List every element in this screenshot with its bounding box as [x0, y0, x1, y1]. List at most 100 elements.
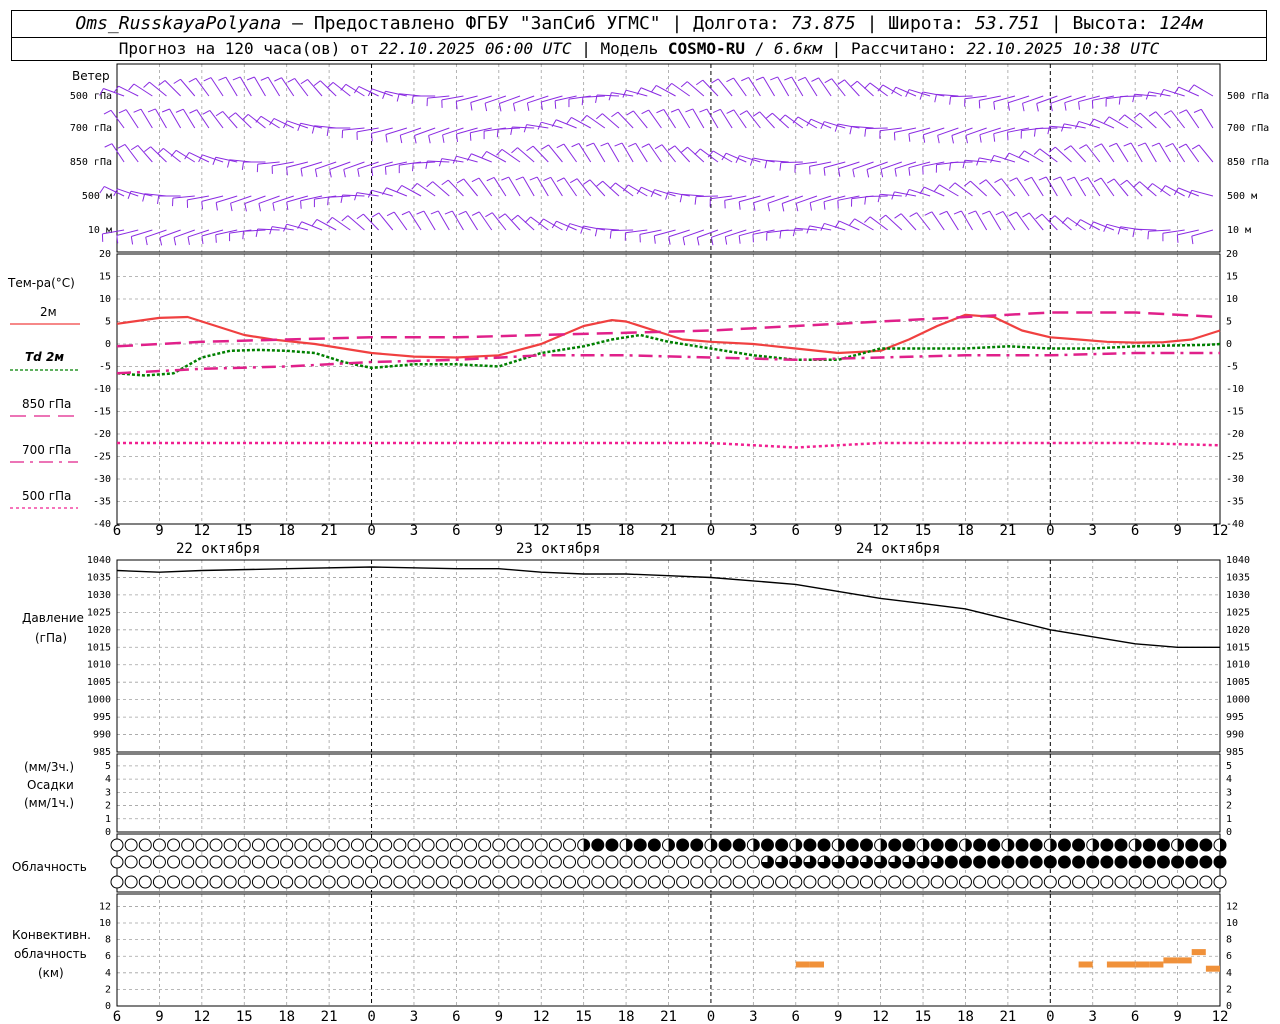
cloud-circle	[152, 855, 166, 869]
wind-barb-flag	[1148, 111, 1156, 117]
hour-label: 21	[999, 1009, 1016, 1024]
hour-label: 12	[872, 1009, 889, 1024]
wind-barb-flag	[596, 180, 604, 187]
hour-label: 3	[1089, 1009, 1097, 1024]
wind-barb	[939, 184, 959, 197]
ytick-label-left: -35	[93, 497, 111, 508]
cloud-circle	[1043, 875, 1057, 889]
wind-barb-flag	[130, 144, 139, 151]
wind-barb	[885, 214, 903, 231]
ytick-label-right: -30	[1226, 474, 1244, 485]
wind-level-label-right: 700 гПа	[1227, 123, 1269, 134]
cloud-circle	[110, 855, 124, 869]
wind-barb-flag	[215, 234, 217, 243]
ytick-label-right: 995	[1226, 712, 1244, 723]
wind-barb-flag	[203, 77, 212, 82]
wind-barb-flag	[979, 179, 987, 185]
wind-level-label-left: 10 м	[88, 225, 112, 236]
wind-barb-flag	[313, 80, 321, 87]
wind-barb	[215, 156, 238, 163]
wind-barb	[780, 229, 803, 232]
ytick-label-left: -30	[93, 474, 111, 485]
wind-barb-flag	[314, 169, 318, 178]
wind-barb-flag	[934, 94, 937, 103]
wind-barb-flag	[485, 212, 493, 218]
cloud-fill	[860, 839, 873, 851]
wind-barb	[1035, 127, 1058, 130]
ytick-label-left: 5	[105, 761, 111, 772]
wind-barb-flag	[641, 143, 650, 148]
wind-barb-flag	[354, 192, 358, 201]
cloud-circle	[619, 875, 633, 889]
wind-barb-flag	[880, 169, 884, 178]
cloud-circle	[506, 855, 520, 869]
wind-barb-flag	[175, 108, 184, 113]
wind-barb-flag	[215, 110, 224, 117]
cloud-fill	[1058, 839, 1071, 851]
wind-barb	[633, 110, 648, 129]
provider: Предоставлено ФГБУ "ЗапСиб УГМС"	[313, 13, 661, 34]
wind-barb-flag	[963, 180, 971, 187]
wind-barb	[950, 161, 973, 164]
cloud-fill	[648, 839, 661, 851]
cloud-fill	[1016, 856, 1029, 868]
wind-barb-flag	[571, 142, 580, 148]
cloud-circle	[449, 855, 463, 869]
conv-label-2: облачность	[14, 947, 87, 961]
wind-barb	[401, 185, 422, 197]
cloud-circle	[647, 855, 661, 869]
header-row-2: Прогноз на 120 часа(ов) от 22.10.2025 06…	[118, 39, 1160, 58]
hour-label: 9	[495, 523, 503, 539]
ytick-label-right: 1010	[1226, 660, 1250, 671]
hour-label: 15	[915, 1009, 932, 1024]
wind-barb-flag	[511, 214, 519, 221]
wind-barb-flag	[849, 218, 855, 226]
wind-barb	[437, 210, 450, 231]
alt-value: 124м	[1159, 13, 1203, 34]
wind-barb-flag	[1137, 142, 1146, 147]
wind-barb	[1191, 189, 1214, 197]
cloud-circle	[888, 875, 902, 889]
wind-barb	[854, 218, 874, 231]
cloud-circle	[138, 838, 152, 852]
wind-barb-flag	[498, 103, 502, 112]
ytick-label-right: 1035	[1226, 572, 1250, 583]
wind-barb	[1113, 178, 1129, 197]
wind-barb-flag	[622, 89, 627, 98]
wind-barb	[182, 108, 196, 129]
wind-title: Ветер	[72, 69, 110, 83]
conv-bar	[1163, 957, 1178, 964]
ytick-label-left: 20	[99, 249, 111, 260]
ytick-label-right: 10	[1226, 918, 1238, 929]
wind-barb-flag	[145, 237, 148, 246]
cloud-circle	[322, 855, 336, 869]
wind-barb-flag	[809, 202, 812, 211]
wind-barb-flag	[113, 85, 119, 93]
cloud-fill	[634, 839, 647, 851]
wind-level-label-right: 500 м	[1227, 191, 1257, 202]
cloud-label: Облачность	[12, 860, 87, 874]
station-name: Oms_RusskayaPolyana	[75, 13, 282, 34]
wind-barb-flag	[1008, 211, 1017, 217]
wind-barb-flag	[384, 166, 387, 175]
cloud-fill-partial	[583, 839, 590, 851]
wind-barb	[583, 225, 605, 231]
wind-barb	[1031, 177, 1044, 197]
cloud-symbols	[110, 838, 1227, 889]
wind-barb-flag	[792, 228, 796, 237]
ytick-label-left: 3	[105, 787, 111, 798]
wind-barb	[307, 79, 323, 97]
wind-barb	[465, 211, 479, 231]
cloud-circle	[803, 875, 817, 889]
wind-barb	[347, 215, 365, 231]
cloud-circle	[138, 875, 152, 889]
wind-barb	[1130, 142, 1143, 163]
cloud-fill	[1185, 839, 1198, 851]
wind-barb-flag	[1018, 150, 1025, 158]
wind-barb	[300, 122, 323, 129]
wind-barb-flag	[779, 114, 786, 121]
wind-barb-flag	[811, 77, 819, 82]
wind-barb-flag	[710, 237, 714, 246]
wind-barb	[663, 109, 676, 129]
wind-barb	[671, 82, 690, 97]
